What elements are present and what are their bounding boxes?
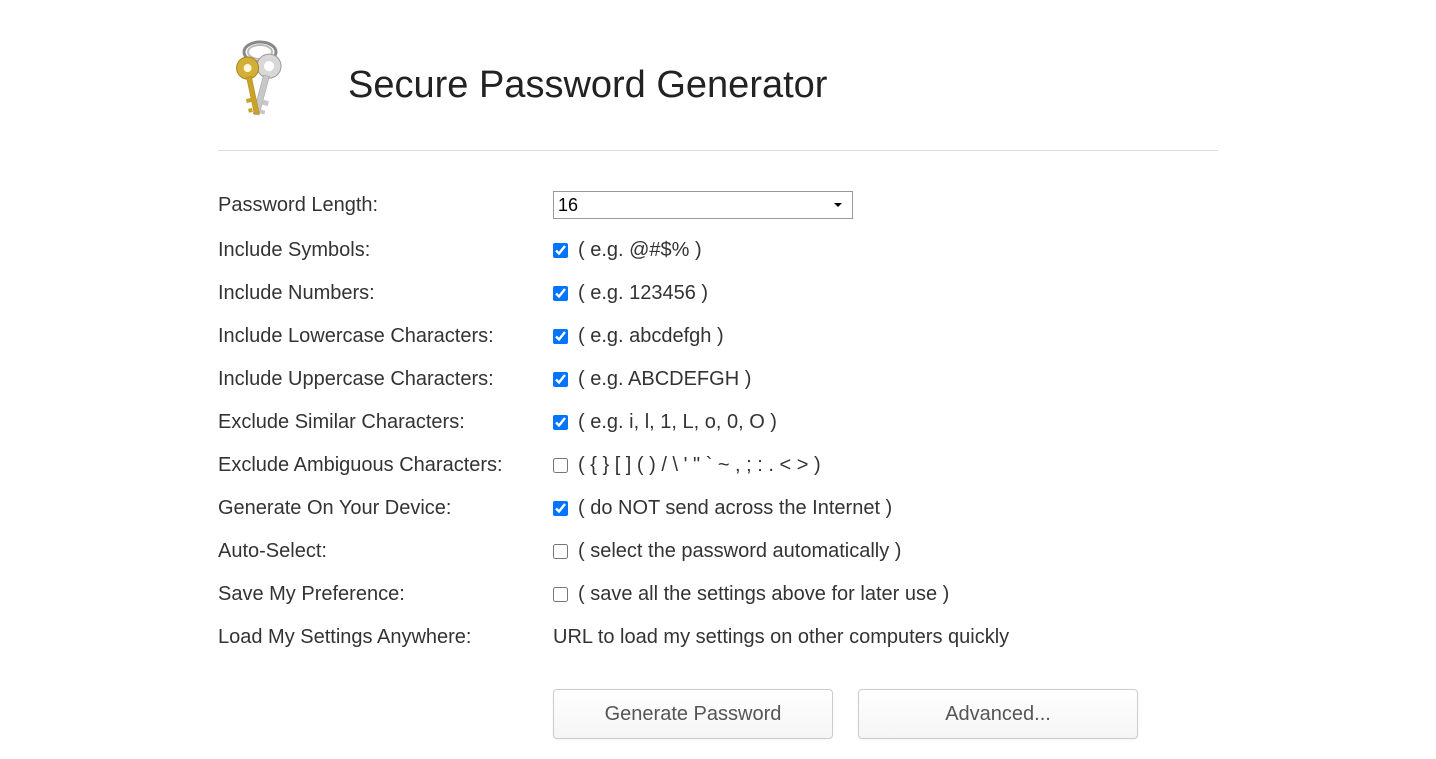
- exclude-ambiguous-checkbox[interactable]: [553, 458, 568, 473]
- header: Secure Password Generator: [218, 20, 1218, 151]
- label-include-uppercase: Include Uppercase Characters:: [218, 368, 553, 391]
- label-auto-select: Auto-Select:: [218, 540, 553, 563]
- label-exclude-ambiguous: Exclude Ambiguous Characters:: [218, 454, 553, 477]
- label-include-lowercase: Include Lowercase Characters:: [218, 325, 553, 348]
- row-generate-local: Generate On Your Device: ( do NOT send a…: [218, 487, 1218, 530]
- row-include-lowercase: Include Lowercase Characters: ( e.g. abc…: [218, 315, 1218, 358]
- row-auto-select: Auto-Select: ( select the password autom…: [218, 530, 1218, 573]
- row-load-settings: Load My Settings Anywhere: URL to load m…: [218, 616, 1218, 659]
- row-include-uppercase: Include Uppercase Characters: ( e.g. ABC…: [218, 358, 1218, 401]
- hint-exclude-similar: ( e.g. i, l, 1, L, o, 0, O ): [578, 411, 777, 434]
- hint-save-preference: ( save all the settings above for later …: [578, 583, 949, 606]
- label-generate-local: Generate On Your Device:: [218, 497, 553, 520]
- include-numbers-checkbox[interactable]: [553, 286, 568, 301]
- generate-password-button[interactable]: Generate Password: [553, 689, 833, 739]
- hint-auto-select: ( select the password automatically ): [578, 540, 901, 563]
- keys-icon: [218, 40, 298, 130]
- row-include-numbers: Include Numbers: ( e.g. 123456 ): [218, 272, 1218, 315]
- include-symbols-checkbox[interactable]: [553, 243, 568, 258]
- row-include-symbols: Include Symbols: ( e.g. @#$% ): [218, 229, 1218, 272]
- label-exclude-similar: Exclude Similar Characters:: [218, 411, 553, 434]
- save-preference-checkbox[interactable]: [553, 587, 568, 602]
- exclude-similar-checkbox[interactable]: [553, 415, 568, 430]
- hint-generate-local: ( do NOT send across the Internet ): [578, 497, 892, 520]
- row-exclude-similar: Exclude Similar Characters: ( e.g. i, l,…: [218, 401, 1218, 444]
- label-load-settings: Load My Settings Anywhere:: [218, 626, 553, 649]
- page-title: Secure Password Generator: [348, 64, 827, 107]
- hint-include-uppercase: ( e.g. ABCDEFGH ): [578, 368, 751, 391]
- label-password-length: Password Length:: [218, 194, 553, 217]
- hint-include-symbols: ( e.g. @#$% ): [578, 239, 702, 262]
- hint-exclude-ambiguous: ( { } [ ] ( ) / \ ' " ` ~ , ; : . < > ): [578, 454, 821, 477]
- row-password-length: Password Length: 16: [218, 181, 1218, 229]
- include-uppercase-checkbox[interactable]: [553, 372, 568, 387]
- hint-include-numbers: ( e.g. 123456 ): [578, 282, 708, 305]
- label-save-preference: Save My Preference:: [218, 583, 553, 606]
- password-length-select[interactable]: 16: [553, 191, 853, 219]
- advanced-button[interactable]: Advanced...: [858, 689, 1138, 739]
- hint-include-lowercase: ( e.g. abcdefgh ): [578, 325, 724, 348]
- load-settings-link[interactable]: URL to load my settings on other compute…: [553, 626, 1009, 649]
- row-exclude-ambiguous: Exclude Ambiguous Characters: ( { } [ ] …: [218, 444, 1218, 487]
- label-include-numbers: Include Numbers:: [218, 282, 553, 305]
- auto-select-checkbox[interactable]: [553, 544, 568, 559]
- row-save-preference: Save My Preference: ( save all the setti…: [218, 573, 1218, 616]
- include-lowercase-checkbox[interactable]: [553, 329, 568, 344]
- generate-local-checkbox[interactable]: [553, 501, 568, 516]
- label-include-symbols: Include Symbols:: [218, 239, 553, 262]
